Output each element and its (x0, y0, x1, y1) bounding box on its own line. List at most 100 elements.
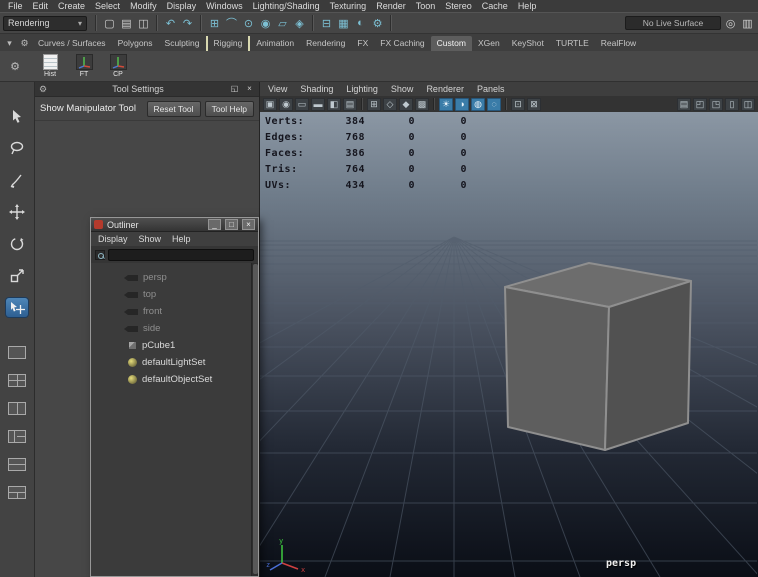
shelf-item-hist[interactable]: Hist (38, 54, 62, 78)
outliner-search-input[interactable] (108, 249, 254, 261)
menu-file[interactable]: File (3, 0, 28, 12)
channel-box-toggle-icon[interactable] (709, 98, 723, 111)
redo-icon[interactable] (180, 16, 195, 31)
save-scene-icon[interactable] (136, 16, 151, 31)
new-scene-icon[interactable] (102, 16, 117, 31)
shelf-tab-rendering[interactable]: Rendering (300, 36, 351, 51)
menu-cache[interactable]: Cache (477, 0, 513, 12)
menu-set-selector[interactable]: Rendering ▾ (3, 16, 87, 31)
construction-history-icon[interactable] (319, 16, 334, 31)
viewport-canvas[interactable]: Verts: 384 0 0 Edges: 768 0 0 Faces: 386… (260, 112, 758, 577)
move-tool-button[interactable] (6, 202, 28, 221)
snap-to-projected-center-icon[interactable] (258, 16, 273, 31)
resolution-gate-icon[interactable] (311, 98, 325, 111)
open-scene-icon[interactable] (119, 16, 134, 31)
highlight-selection-icon[interactable] (740, 16, 755, 31)
menu-toon[interactable]: Toon (411, 0, 441, 12)
film-gate-icon[interactable] (295, 98, 309, 111)
lock-camera-icon[interactable] (279, 98, 293, 111)
vp-menu-lighting[interactable]: Lighting (346, 84, 378, 94)
snap-to-point-icon[interactable] (241, 16, 256, 31)
select-camera-icon[interactable] (263, 98, 277, 111)
outliner-item-defaultlightset[interactable]: defaultLightSet (91, 354, 258, 371)
shelf-tab-sculpting[interactable]: Sculpting (159, 36, 208, 51)
layout-three-pane-top-button[interactable] (8, 486, 26, 499)
gate-mask-icon[interactable] (327, 98, 341, 111)
shelf-options-icon[interactable] (17, 38, 32, 51)
layout-single-pane-button[interactable] (8, 346, 26, 359)
shadows-toggle-icon[interactable] (455, 98, 469, 111)
shelf-tab-realflow[interactable]: RealFlow (595, 36, 642, 51)
shelf-tab-keyshot[interactable]: KeyShot (506, 36, 550, 51)
shelf-tab-fx-caching[interactable]: FX Caching (374, 36, 430, 51)
outliner-item-pcube1[interactable]: pCube1 (91, 337, 258, 354)
select-tool-button[interactable] (6, 106, 28, 125)
close-icon[interactable]: × (242, 219, 255, 230)
layout-four-pane-button[interactable] (8, 374, 26, 387)
outliner-menu-help[interactable]: Help (172, 234, 191, 244)
outliner-item-persp[interactable]: persp (91, 269, 258, 286)
menu-display[interactable]: Display (162, 0, 202, 12)
outliner-item-top[interactable]: top (91, 286, 258, 303)
shelf-editor-icon[interactable] (2, 60, 28, 73)
live-surface-field[interactable]: No Live Surface (625, 16, 721, 30)
menu-windows[interactable]: Windows (201, 0, 248, 12)
menu-select[interactable]: Select (90, 0, 125, 12)
vp-menu-panels[interactable]: Panels (477, 84, 505, 94)
pane-layout-icon[interactable] (741, 98, 755, 111)
render-current-frame-icon[interactable] (336, 16, 351, 31)
undo-icon[interactable] (163, 16, 178, 31)
snap-to-curve-icon[interactable] (224, 16, 239, 31)
motion-blur-icon[interactable] (487, 98, 501, 111)
menu-help[interactable]: Help (513, 0, 542, 12)
outliner-titlebar[interactable]: Outliner _ □ × (91, 218, 258, 232)
shelf-tab-polygons[interactable]: Polygons (112, 36, 159, 51)
shelf-item-ft[interactable]: FT (72, 54, 96, 78)
wireframe-mode-icon[interactable] (383, 98, 397, 111)
textured-mode-icon[interactable] (415, 98, 429, 111)
menu-stereo[interactable]: Stereo (440, 0, 477, 12)
menu-edit[interactable]: Edit (28, 0, 54, 12)
menu-modify[interactable]: Modify (125, 0, 162, 12)
tool-settings-header[interactable]: Tool Settings ◱ × (35, 82, 259, 97)
side-panel-toggle-icon[interactable] (725, 98, 739, 111)
ambient-occlusion-icon[interactable] (471, 98, 485, 111)
lasso-tool-button[interactable] (6, 138, 28, 157)
outliner-item-side[interactable]: side (91, 320, 258, 337)
shaded-mode-icon[interactable] (399, 98, 413, 111)
field-chart-icon[interactable] (343, 98, 357, 111)
make-live-icon[interactable] (292, 16, 307, 31)
panel-close-icon[interactable]: × (244, 84, 255, 94)
vp-menu-view[interactable]: View (268, 84, 287, 94)
minimize-icon[interactable]: _ (208, 219, 221, 230)
scrollbar-thumb[interactable] (253, 264, 258, 574)
outliner-menu-show[interactable]: Show (139, 234, 162, 244)
shelf-tab-fx[interactable]: FX (351, 36, 374, 51)
snap-to-view-plane-icon[interactable] (275, 16, 290, 31)
use-all-lights-icon[interactable] (439, 98, 453, 111)
tool-help-button[interactable]: Tool Help (205, 101, 254, 117)
menu-lighting-shading[interactable]: Lighting/Shading (248, 0, 325, 12)
shelf-tab-animation[interactable]: Animation (250, 36, 300, 51)
isolate-select-icon[interactable] (511, 98, 525, 111)
vp-menu-renderer[interactable]: Renderer (426, 84, 464, 94)
toolbox-toggle-icon[interactable] (693, 98, 707, 111)
layout-two-pane-side-button[interactable] (8, 402, 26, 415)
shelf-item-cp[interactable]: CP (106, 54, 130, 78)
outliner-menu-display[interactable]: Display (98, 234, 128, 244)
shelf-tab-turtle[interactable]: TURTLE (550, 36, 595, 51)
attribute-editor-toggle-icon[interactable] (677, 98, 691, 111)
render-settings-icon[interactable] (370, 16, 385, 31)
menu-render[interactable]: Render (371, 0, 411, 12)
vp-menu-show[interactable]: Show (391, 84, 414, 94)
xray-mode-icon[interactable] (527, 98, 541, 111)
menu-create[interactable]: Create (53, 0, 90, 12)
selection-mask-icon[interactable] (723, 16, 738, 31)
shelf-tab-custom[interactable]: Custom (431, 36, 472, 51)
shelf-tabs-menu-icon[interactable] (2, 38, 17, 51)
show-manipulator-tool-button[interactable] (6, 298, 28, 317)
vp-menu-shading[interactable]: Shading (300, 84, 333, 94)
scale-tool-button[interactable] (6, 266, 28, 285)
shelf-tab-xgen[interactable]: XGen (472, 36, 506, 51)
shelf-tab-rigging[interactable]: Rigging (208, 36, 251, 51)
